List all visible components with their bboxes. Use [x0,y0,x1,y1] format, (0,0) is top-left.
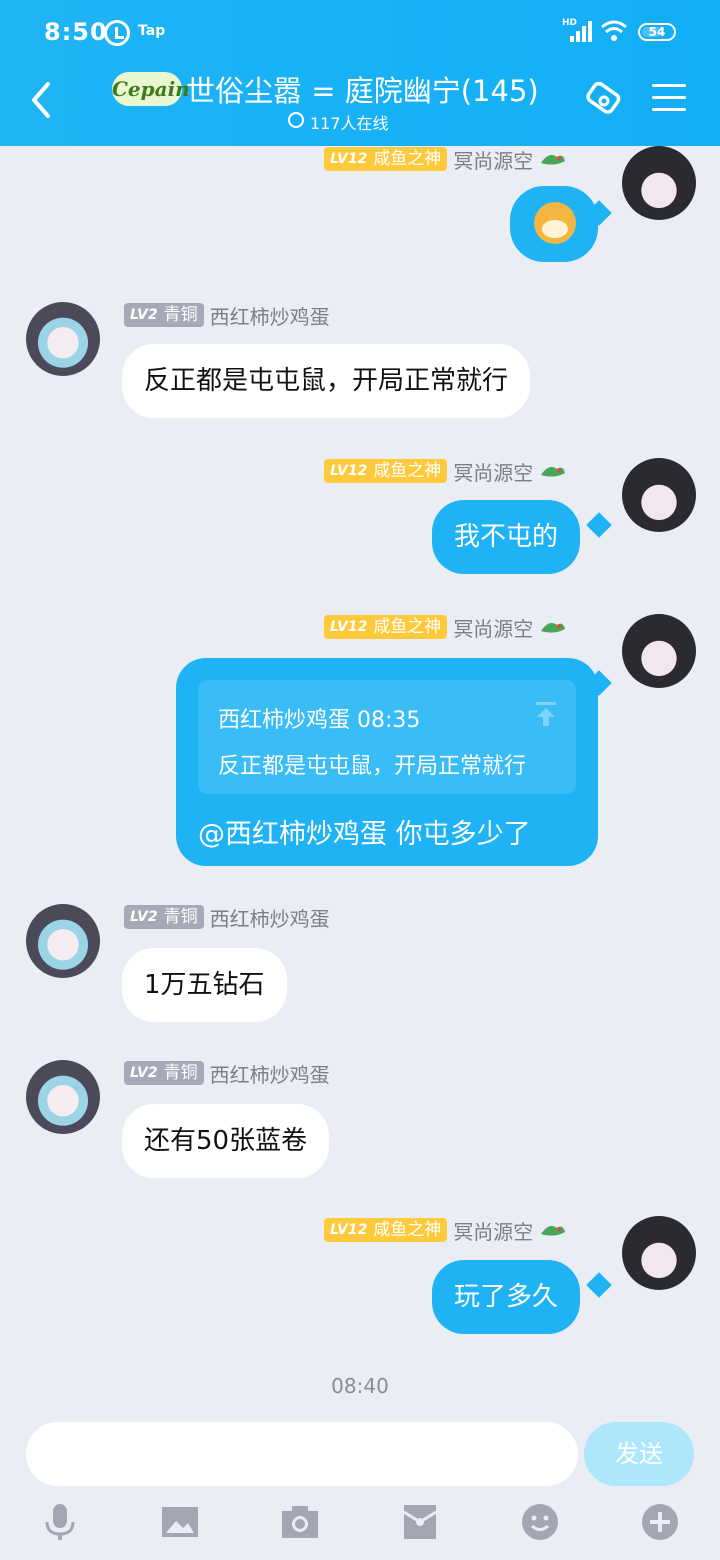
sticker-message[interactable] [510,186,598,262]
image-icon[interactable] [160,1502,200,1542]
my-avatar[interactable] [622,458,696,532]
quoted-message[interactable]: 西红柿炒鸡蛋 08:35 反正都是屯屯鼠，开局正常就行 [198,680,576,794]
dragon-icon [541,623,566,633]
sender-name: 冥尚源空 [453,616,534,641]
input-toolbar [0,1494,720,1560]
doge-sticker-icon [534,202,576,244]
sender-name: 冥尚源空 [453,1219,534,1244]
send-button[interactable]: 发送 [584,1422,694,1486]
menu-icon[interactable] [652,84,686,114]
dragon-icon [541,1226,566,1236]
bubble-tail [586,1272,612,1298]
alarm-icon [104,20,130,46]
online-icon [288,112,304,128]
plus-icon[interactable] [640,1502,680,1542]
other-avatar[interactable] [26,302,100,376]
emoji-icon[interactable] [520,1502,560,1542]
sender-name: 西红柿炒鸡蛋 [209,1062,330,1087]
tap-app-icon: Tap [138,23,166,39]
sender-meta: LV12 咸鱼之神 冥尚源空 [324,614,567,641]
chat-header: 8:50 Tap HD 54 Cepain 世俗尘嚣 = 庭院幽宁(145) 1… [0,0,720,146]
signal-icon: HD [562,18,592,44]
sender-name: 西红柿炒鸡蛋 [209,906,330,931]
other-avatar[interactable] [26,904,100,978]
my-avatar[interactable] [622,614,696,688]
sender-meta: LV12 咸鱼之神 冥尚源空 [324,1217,567,1244]
sender-name: 冥尚源空 [453,460,534,485]
group-title-area[interactable]: Cepain 世俗尘嚣 = 庭院幽宁(145) 117人在线 [112,68,552,138]
microphone-icon[interactable] [40,1502,80,1542]
my-avatar[interactable] [622,1216,696,1290]
dragon-icon [541,467,566,477]
sender-name: 西红柿炒鸡蛋 [209,304,330,329]
bubble-tail [586,512,612,538]
status-bar: 8:50 Tap HD 54 [0,0,720,64]
message-bubble[interactable]: 还有50张蓝卷 [122,1104,330,1178]
reply-text: @西红柿炒鸡蛋 你屯多少了 [198,819,531,850]
my-avatar[interactable] [622,146,696,220]
group-title: 世俗尘嚣 = 庭院幽宁(145) [186,74,539,108]
wifi-icon [601,20,627,41]
dragon-icon [541,155,566,165]
red-packet-icon[interactable] [400,1502,440,1542]
camera-icon[interactable] [280,1502,320,1542]
level-badge: LV2 青铜 [124,303,204,327]
message-bubble[interactable]: 反正都是屯屯鼠，开局正常就行 [122,344,531,418]
sender-name: 冥尚源空 [453,148,534,173]
hd-label: HD [562,18,578,28]
battery-icon: 54 [638,23,676,41]
message-bubble[interactable]: 玩了多久 [432,1260,581,1334]
message-bubble[interactable]: 1万五钻石 [122,948,287,1022]
timestamp: 08:40 [331,1374,389,1398]
message-list[interactable]: LV12 咸鱼之神 冥尚源空 LV2 青铜 西红柿炒鸡蛋 反正都是屯屯鼠，开局正常就… [0,146,720,1416]
message-input[interactable] [26,1422,578,1486]
sender-meta: LV2 青铜 西红柿炒鸡蛋 [124,904,330,931]
message-bubble[interactable]: 我不屯的 [432,500,581,574]
sender-meta: LV12 咸鱼之神 冥尚源空 [324,146,567,173]
quoted-header: 西红柿炒鸡蛋 08:35 [218,708,421,733]
back-arrow-icon[interactable] [26,78,60,122]
group-logo: Cepain [112,72,190,106]
level-badge: LV2 青铜 [124,905,204,929]
online-count: 117人在线 [288,110,389,134]
sender-meta: LV2 青铜 西红柿炒鸡蛋 [124,302,330,329]
other-avatar[interactable] [26,1060,100,1134]
level-badge: LV12 咸鱼之神 [324,459,448,483]
sender-meta: LV12 咸鱼之神 冥尚源空 [324,458,567,485]
ticket-icon[interactable] [580,80,626,120]
quoted-text: 反正都是屯屯鼠，开局正常就行 [218,754,527,779]
level-badge: LV12 咸鱼之神 [324,615,448,639]
level-badge: LV12 咸鱼之神 [324,147,448,171]
reply-message-bubble[interactable]: 西红柿炒鸡蛋 08:35 反正都是屯屯鼠，开局正常就行 @西红柿炒鸡蛋 你屯多少… [176,658,598,866]
status-time: 8:50 [44,18,108,46]
level-badge: LV2 青铜 [124,1061,204,1085]
sender-meta: LV2 青铜 西红柿炒鸡蛋 [124,1060,330,1087]
online-count-label: 117人在线 [310,114,389,133]
level-badge: LV12 咸鱼之神 [324,1218,448,1242]
jump-to-top-icon[interactable] [534,700,558,728]
